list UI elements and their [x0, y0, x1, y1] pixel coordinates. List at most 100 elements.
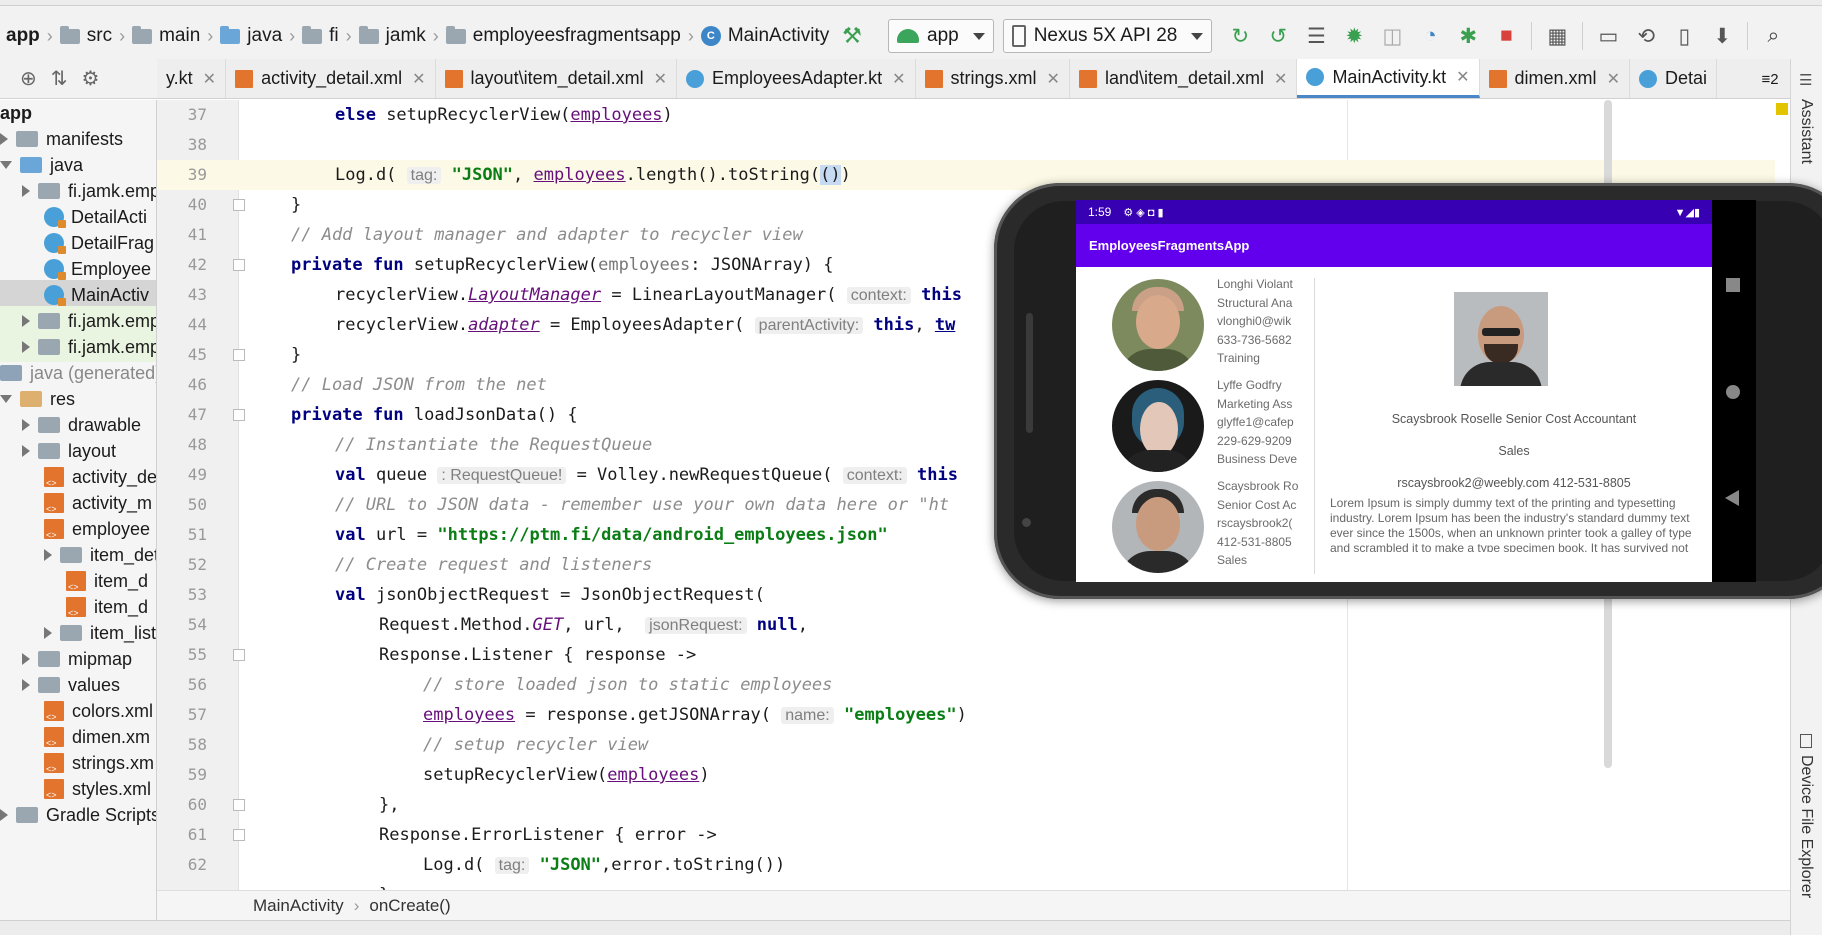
apply-code-changes-icon[interactable]: ↺	[1265, 23, 1291, 49]
chevron-right-icon[interactable]	[44, 627, 52, 639]
code-crumb-method[interactable]: onCreate()	[369, 896, 450, 916]
list-item[interactable]: Scaysbrook Ro Senior Cost Ac rscaysbrook…	[1076, 477, 1300, 577]
tree-item-label: drawable	[68, 414, 142, 435]
tab-activity-detail-xml[interactable]: activity_detail.xml ✕	[226, 59, 436, 98]
fold-marker-icon[interactable]	[233, 829, 245, 841]
chevron-right-icon[interactable]	[22, 679, 30, 691]
chevron-right-icon[interactable]	[22, 653, 30, 665]
code-line: 57 employees = response.getJSONArray( nam…	[157, 700, 1775, 730]
coverage-icon[interactable]: ◫	[1379, 23, 1405, 49]
employee-list[interactable]: Longhi Violant Structural Ana vlonghi0@w…	[1076, 267, 1300, 582]
sync-gradle-icon[interactable]: ⟲	[1633, 23, 1659, 49]
attach-debugger-icon[interactable]: ✱	[1455, 23, 1481, 49]
debug-icon[interactable]: ✹	[1341, 23, 1367, 49]
breadcrumb-app[interactable]: app	[0, 20, 46, 52]
chevron-right-icon: ›	[353, 895, 360, 915]
project-structure-icon[interactable]: ▦	[1544, 23, 1570, 49]
code-text: )	[662, 105, 673, 125]
breadcrumb-src[interactable]: src	[54, 20, 118, 52]
breadcrumb-package[interactable]: employeesfragmentsapp	[440, 20, 687, 52]
chevron-down-icon	[972, 32, 985, 40]
collapse-all-icon[interactable]: ⇅	[51, 66, 68, 91]
fold-marker-icon[interactable]	[233, 259, 245, 271]
property-ref: employees	[570, 105, 663, 125]
terminal-icon[interactable]: ▭	[1595, 23, 1621, 49]
code-text: queue	[365, 465, 438, 485]
tab-detail[interactable]: Detai	[1630, 59, 1717, 98]
chevron-right-icon[interactable]	[22, 315, 30, 327]
breadcrumb-mainactivity[interactable]: C MainActivity	[695, 20, 835, 52]
chevron-right-icon[interactable]	[44, 549, 52, 561]
home-icon[interactable]	[1726, 385, 1740, 399]
breadcrumb-main[interactable]: main	[126, 20, 206, 52]
close-icon[interactable]: ✕	[654, 69, 667, 89]
code-text: = response.getJSONArray(	[515, 705, 771, 725]
run-list-icon[interactable]: ☰	[1303, 23, 1329, 49]
device-file-explorer-tool-button[interactable]: Device File Explorer	[1797, 755, 1815, 898]
locate-icon[interactable]: ⊕	[20, 66, 37, 91]
recents-icon[interactable]	[1726, 278, 1740, 292]
tabs-overflow-button[interactable]: ≡2	[1750, 59, 1790, 98]
code-text: setupRecyclerView(	[403, 255, 599, 275]
tab-land-item-detail-xml[interactable]: land\item_detail.xml ✕	[1070, 59, 1298, 98]
notification-icons: ⚙ ◈ ◘ ▮	[1123, 206, 1164, 219]
fold-marker-icon[interactable]	[233, 649, 245, 661]
chevron-right-icon[interactable]	[0, 133, 8, 145]
code-text: )	[699, 765, 710, 785]
search-icon[interactable]: ⌕	[1760, 23, 1786, 49]
fold-marker-icon[interactable]	[233, 409, 245, 421]
chevron-right-icon[interactable]	[22, 445, 30, 457]
close-icon[interactable]: ✕	[892, 69, 905, 89]
device-select[interactable]: Nexus 5X API 28	[1002, 19, 1213, 53]
fold-marker-icon[interactable]	[233, 349, 245, 361]
close-icon[interactable]: ✕	[203, 69, 216, 89]
chevron-down-icon[interactable]	[0, 161, 12, 169]
chevron-right-icon[interactable]	[22, 419, 30, 431]
profile-icon[interactable]: ◔	[1417, 23, 1443, 49]
line-number: 49	[187, 465, 207, 484]
gear-icon[interactable]: ⚙	[82, 66, 100, 91]
list-item[interactable]: Lyffe Godfry Marketing Ass glyffe1@cafep…	[1076, 376, 1300, 476]
list-icon[interactable]: ☰	[1799, 71, 1812, 89]
run-configuration-select[interactable]: app	[888, 19, 994, 53]
chevron-down-icon[interactable]	[0, 395, 12, 403]
folder-icon	[302, 25, 323, 44]
tab-strings-xml[interactable]: strings.xml ✕	[916, 59, 1070, 98]
chevron-right-icon[interactable]	[22, 185, 30, 197]
chevron-right-icon[interactable]	[22, 341, 30, 353]
stop-icon[interactable]: ■	[1493, 23, 1519, 49]
close-icon[interactable]: ✕	[412, 69, 425, 89]
emulator-screen[interactable]: 1:59 ⚙ ◈ ◘ ▮ ▼◢▮ EmployeesFragmentsApp L…	[1076, 200, 1712, 582]
close-icon[interactable]: ✕	[1456, 67, 1469, 87]
chevron-right-icon[interactable]	[0, 809, 8, 821]
apply-changes-icon[interactable]: ↻	[1227, 23, 1253, 49]
sdk-manager-icon[interactable]: ⬇	[1709, 23, 1735, 49]
fold-marker-icon[interactable]	[233, 799, 245, 811]
warning-marker-icon[interactable]	[1776, 103, 1788, 115]
close-icon[interactable]: ✕	[1274, 69, 1287, 89]
breadcrumb-java[interactable]: java	[214, 20, 288, 52]
fold-marker-icon[interactable]	[233, 199, 245, 211]
parameter-hint: jsonRequest:	[645, 617, 747, 634]
back-icon[interactable]	[1725, 490, 1739, 506]
tab-partial-kt[interactable]: y.kt ✕	[157, 59, 227, 98]
code-crumb-class[interactable]: MainActivity	[253, 896, 344, 916]
close-icon[interactable]: ✕	[1607, 69, 1620, 89]
tree-item[interactable]: Gradle Scripts	[0, 800, 156, 830]
tab-employees-adapter[interactable]: EmployeesAdapter.kt ✕	[677, 59, 916, 98]
breadcrumb-jamk[interactable]: jamk	[353, 20, 432, 52]
close-icon[interactable]: ✕	[1047, 69, 1060, 89]
tab-main-activity[interactable]: MainActivity.kt ✕	[1297, 59, 1480, 98]
tab-dimen-xml[interactable]: dimen.xml ✕	[1480, 59, 1630, 98]
list-item[interactable]: Longhi Violant Structural Ana vlonghi0@w…	[1076, 275, 1300, 375]
breadcrumb-fi[interactable]: fi	[296, 20, 345, 52]
employee-info: Scaysbrook Ro Senior Cost Ac rscaysbrook…	[1217, 477, 1301, 570]
tab-label: land\item_detail.xml	[1104, 68, 1265, 88]
tab-layout-item-detail-xml[interactable]: layout\item_detail.xml ✕	[436, 59, 678, 98]
hammer-icon[interactable]: ⚒	[838, 22, 866, 50]
string-literal: "JSON"	[539, 855, 602, 875]
code-text: jsonObjectRequest = JsonObjectRequest(	[365, 585, 765, 605]
selected-text: ()	[820, 165, 841, 185]
avd-manager-icon[interactable]: ▯	[1671, 23, 1697, 49]
assistant-tool-button[interactable]: Assistant	[1797, 99, 1815, 164]
